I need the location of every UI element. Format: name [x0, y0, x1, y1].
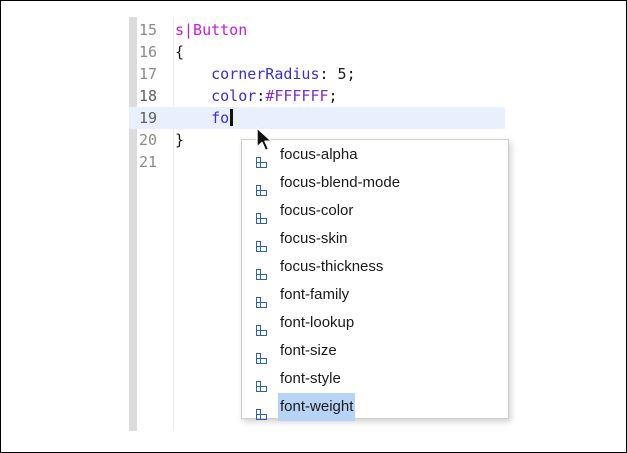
line-number: 18	[139, 87, 158, 105]
text-caret	[230, 109, 234, 126]
line-number: 21	[139, 153, 158, 171]
line-number: 20	[139, 131, 158, 149]
code-line[interactable]: 15 s|Button	[129, 19, 505, 41]
line-number: 15	[139, 21, 158, 39]
property-icon	[256, 178, 267, 196]
property-icon	[256, 290, 267, 308]
screenshot-frame: 15 s|Button 16{17 cornerRadius: 5; 18 color…	[0, 0, 627, 453]
autocomplete-item[interactable]: focus-alpha	[242, 141, 508, 169]
autocomplete-item-label: focus-skin	[280, 230, 348, 247]
autocomplete-item-label: font-size	[280, 342, 337, 359]
property-icon	[256, 262, 267, 280]
autocomplete-item-label: font-style	[280, 370, 341, 387]
property-icon	[256, 318, 267, 336]
code-token: fo	[211, 109, 230, 127]
code-text: {	[175, 41, 184, 63]
autocomplete-item[interactable]: font-style	[242, 365, 508, 393]
code-token: cornerRadius	[211, 65, 320, 83]
code-token: :	[256, 87, 266, 105]
autocomplete-popup[interactable]: focus-alpha focus-blend-mode focus-color fo…	[241, 139, 509, 421]
autocomplete-item-label: focus-alpha	[280, 146, 358, 163]
autocomplete-item[interactable]: focus-thickness	[242, 253, 508, 281]
autocomplete-item-label: font-lookup	[280, 314, 355, 331]
code-text: }	[175, 129, 184, 151]
property-icon	[256, 206, 267, 224]
code-text: fo	[175, 107, 234, 129]
autocomplete-item[interactable]: focus-skin	[242, 225, 508, 253]
autocomplete-item-label: focus-thickness	[280, 258, 384, 275]
autocomplete-item[interactable]: font-size	[242, 337, 508, 365]
mouse-pointer-icon	[256, 127, 273, 152]
line-number: 19	[139, 109, 158, 127]
code-token: s|Button	[175, 21, 248, 39]
property-icon	[256, 402, 267, 420]
code-text: color:#FFFFFF;	[175, 85, 338, 107]
code-token: ;	[328, 87, 338, 105]
code-line[interactable]: 16 {	[129, 41, 505, 63]
code-line[interactable]: 19 fo	[129, 107, 505, 129]
code-token: }	[175, 131, 185, 149]
code-token: : 5;	[319, 65, 356, 83]
code-text: cornerRadius: 5;	[175, 63, 356, 85]
property-icon	[256, 234, 267, 252]
autocomplete-item-label: font-family	[280, 286, 350, 303]
autocomplete-item[interactable]: focus-color	[242, 197, 508, 225]
code-line[interactable]: 17 cornerRadius: 5;	[129, 63, 505, 85]
autocomplete-item-label: focus-color	[280, 202, 354, 219]
autocomplete-item[interactable]: focus-blend-mode	[242, 169, 508, 197]
line-number: 16	[139, 43, 158, 61]
code-token: {	[175, 43, 185, 61]
code-text: s|Button	[175, 19, 247, 41]
code-token: color	[211, 87, 257, 105]
autocomplete-item[interactable]: font-weight	[242, 393, 508, 421]
property-icon	[256, 374, 267, 392]
line-number: 17	[139, 65, 158, 83]
autocomplete-item[interactable]: font-family	[242, 281, 508, 309]
code-line[interactable]: 18 color:#FFFFFF;	[129, 85, 505, 107]
code-token: #FFFFFF	[265, 87, 329, 105]
autocomplete-item-label: font-weight	[278, 393, 356, 421]
property-icon	[256, 346, 267, 364]
autocomplete-item-label: focus-blend-mode	[280, 174, 401, 191]
autocomplete-item[interactable]: font-lookup	[242, 309, 508, 337]
